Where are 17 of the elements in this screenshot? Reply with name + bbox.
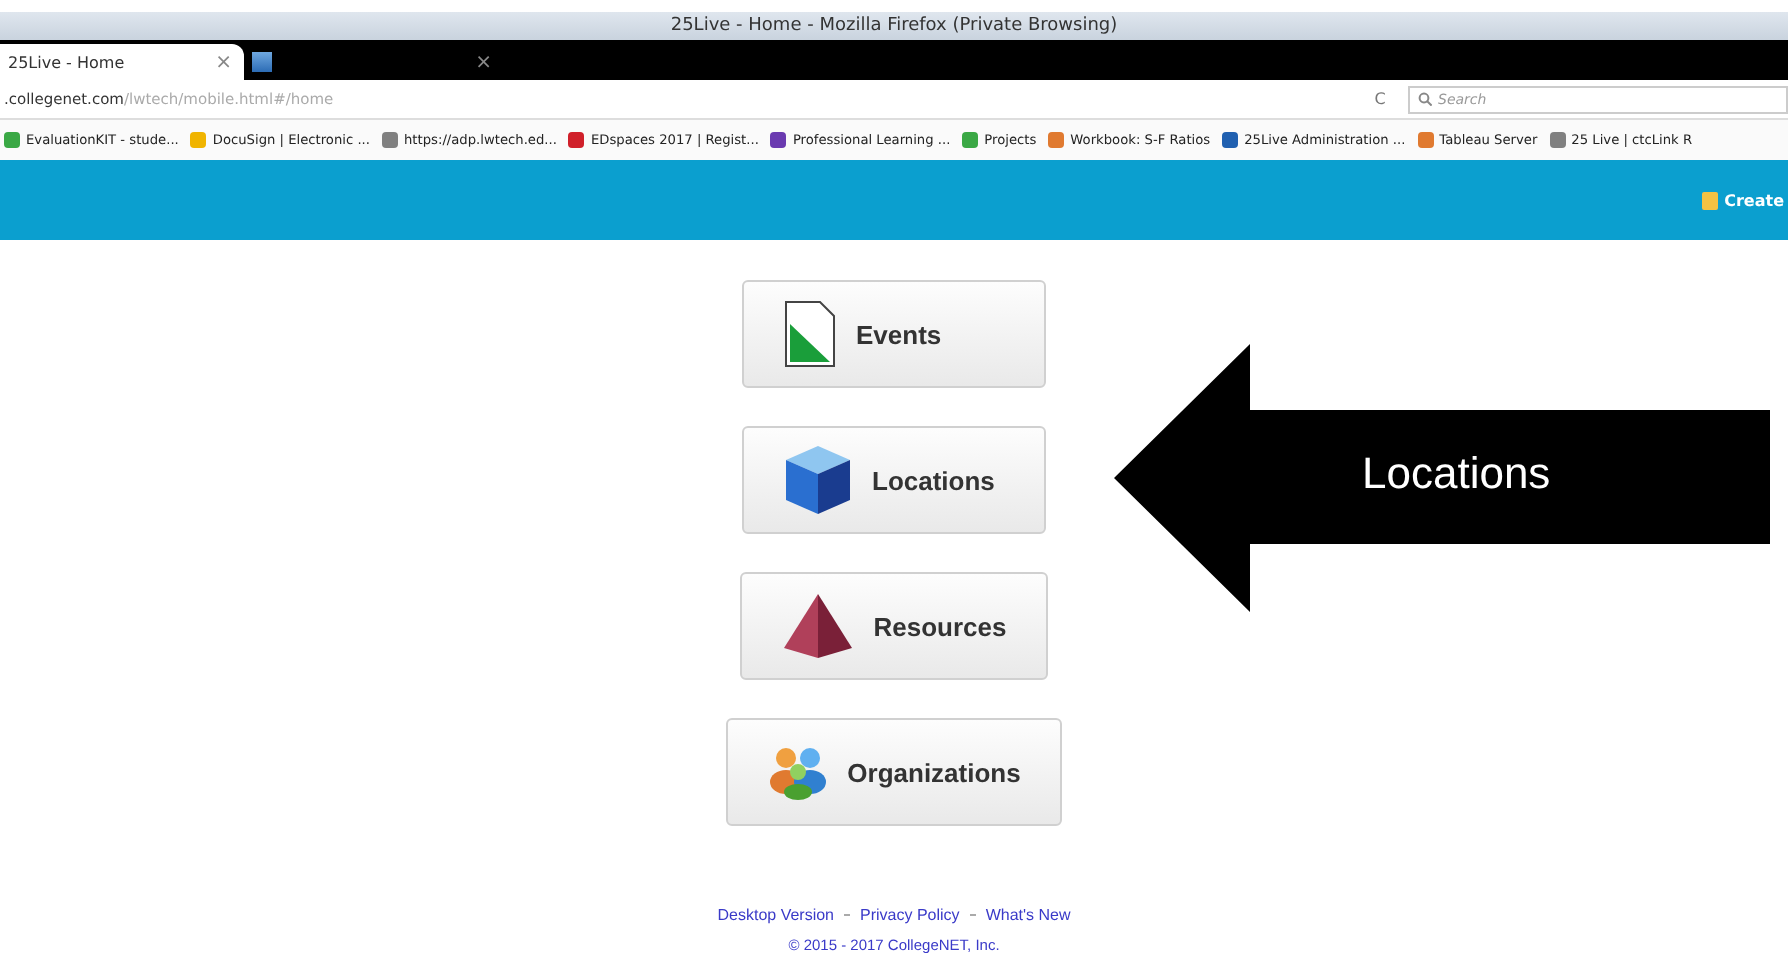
menu-button[interactable]: Locations [742,426,1046,534]
edit-icon [1702,191,1719,209]
people-icon [767,744,828,800]
menu-button[interactable]: Organizations [725,718,1063,826]
footer-link[interactable]: Privacy Policy [860,906,960,924]
browser-tab[interactable]: 25Live - Home × [0,44,244,80]
cube-icon [784,444,852,516]
footer-link[interactable]: What's New [985,906,1071,924]
callout-label: Locations [1362,448,1551,500]
reload-button[interactable]: C [1364,90,1396,108]
window-title: 25Live - Home - Mozilla Firefox (Private Browsing) [670,16,1118,36]
search-icon [1418,92,1432,106]
footer-link[interactable]: Desktop Version [717,906,835,924]
menu-button[interactable]: Resources [739,572,1049,680]
pyramid-icon [781,592,854,660]
document-icon [784,300,836,368]
menu-button[interactable]: Events [742,280,1046,388]
